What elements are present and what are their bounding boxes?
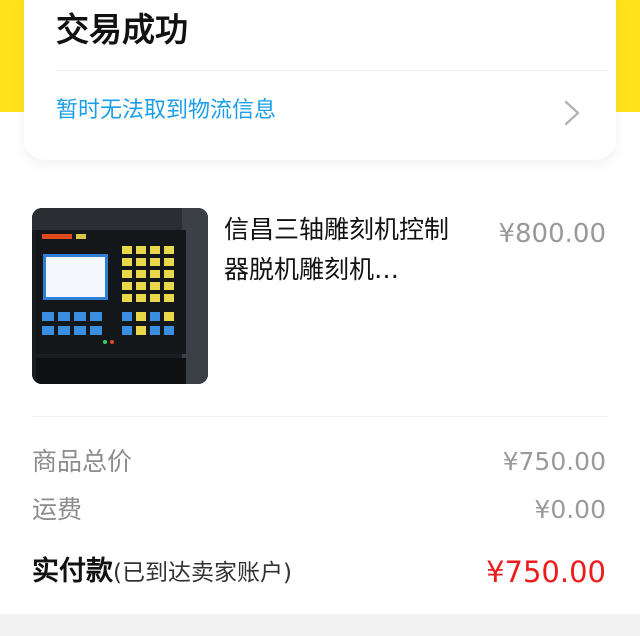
section-separator (0, 614, 640, 636)
divider (32, 416, 608, 417)
product-image[interactable] (32, 208, 208, 384)
order-status-title: 交易成功 (56, 10, 188, 49)
amount-paid-title: 实付款 (32, 556, 113, 587)
goods-total-value: ¥750.00 (502, 447, 606, 476)
order-status-card: 交易成功 暂时无法取到物流信息 (24, 0, 616, 160)
logistics-status-text: 暂时无法取到物流信息 (56, 98, 277, 123)
logistics-row[interactable]: 暂时无法取到物流信息 (24, 72, 616, 152)
engraving-controller-illustration (32, 208, 208, 384)
amount-paid-value: ¥750.00 (486, 555, 606, 589)
product-price: ¥800.00 (498, 219, 606, 249)
amount-paid-label: 实付款(已到达卖家账户) (32, 552, 292, 595)
goods-total-label: 商品总价 (32, 447, 133, 476)
shipping-fee-label: 运费 (32, 495, 83, 524)
amount-paid-note: (已到达卖家账户) (113, 560, 292, 586)
order-item[interactable]: 信昌三轴雕刻机控制器脱机雕刻机… ¥800.00 (32, 208, 608, 388)
divider (56, 70, 608, 71)
chevron-right-icon (564, 100, 580, 126)
shipping-fee-value: ¥0.00 (534, 495, 606, 524)
product-title[interactable]: 信昌三轴雕刻机控制器脱机雕刻机… (224, 210, 464, 290)
